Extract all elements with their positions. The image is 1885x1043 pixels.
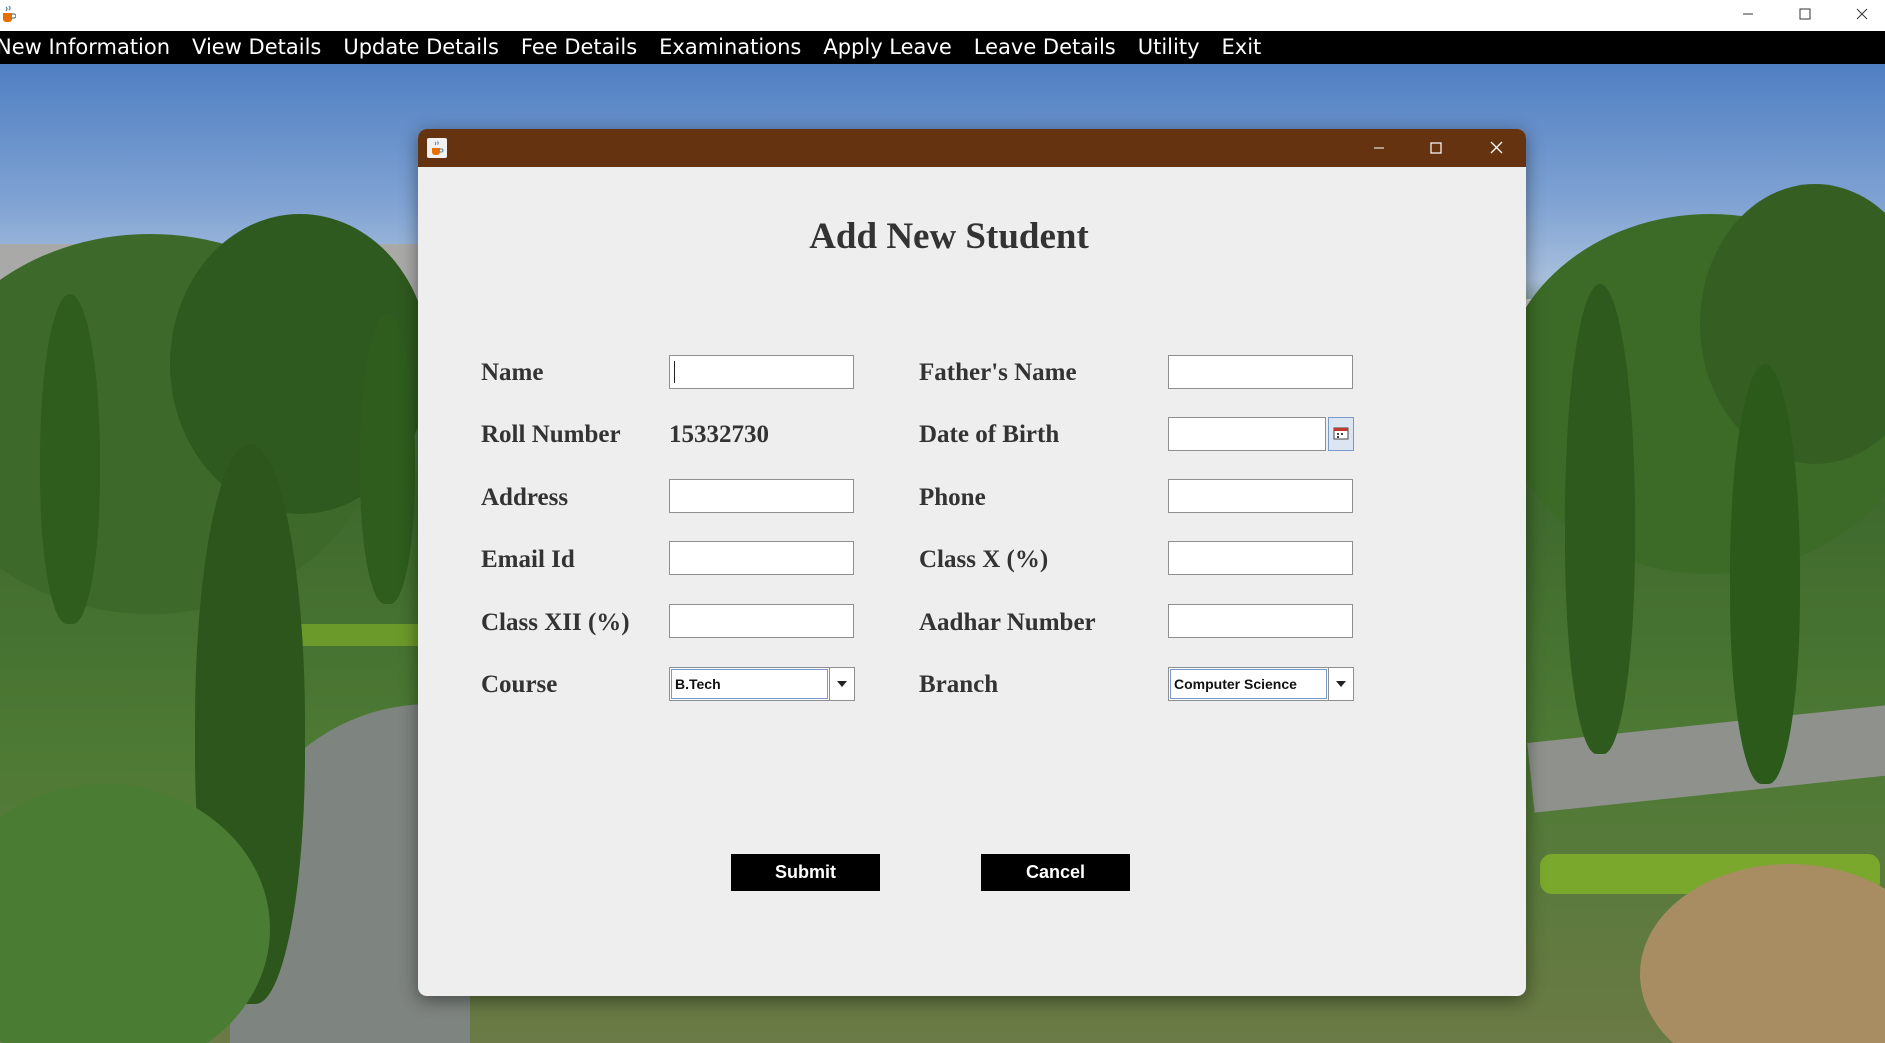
- menu-examinations[interactable]: Examinations: [648, 31, 812, 64]
- menu-view-details[interactable]: View Details: [181, 31, 332, 64]
- menu-leave-details[interactable]: Leave Details: [963, 31, 1127, 64]
- dob-label: Date of Birth: [919, 421, 1060, 448]
- fathers-name-label: Father's Name: [919, 359, 1077, 386]
- chevron-down-icon[interactable]: [1328, 668, 1353, 700]
- roll-number-value: 15332730: [669, 421, 769, 448]
- dialog-close-button[interactable]: [1471, 129, 1521, 167]
- text-cursor: [674, 361, 675, 383]
- minimize-icon: [1742, 5, 1754, 24]
- aadhar-input[interactable]: [1168, 604, 1353, 638]
- dialog-maximize-button[interactable]: [1411, 129, 1461, 167]
- dialog-titlebar[interactable]: [418, 129, 1526, 167]
- maximize-button[interactable]: [1782, 0, 1828, 28]
- fathers-name-input[interactable]: [1168, 355, 1353, 389]
- calendar-icon: [1333, 425, 1349, 444]
- close-icon: [1856, 5, 1868, 24]
- close-button[interactable]: [1839, 0, 1885, 28]
- class-x-input[interactable]: [1168, 541, 1353, 575]
- class-xii-input[interactable]: [669, 604, 854, 638]
- address-label: Address: [481, 484, 569, 511]
- minimize-icon: [1373, 139, 1385, 158]
- email-input[interactable]: [669, 541, 854, 575]
- roll-number-label: Roll Number: [481, 421, 621, 448]
- menu-bar: New Information View Details Update Deta…: [0, 31, 1885, 64]
- branch-label: Branch: [919, 671, 999, 698]
- java-cup-icon: [0, 5, 17, 23]
- class-x-label: Class X (%): [919, 546, 1049, 573]
- course-label: Course: [481, 671, 558, 698]
- menu-utility[interactable]: Utility: [1127, 31, 1211, 64]
- chevron-down-icon[interactable]: [829, 668, 854, 700]
- java-cup-icon: [427, 138, 447, 158]
- aadhar-label: Aadhar Number: [919, 609, 1096, 636]
- email-label: Email Id: [481, 546, 575, 573]
- dialog-minimize-button[interactable]: [1354, 129, 1404, 167]
- dob-input[interactable]: [1168, 417, 1326, 451]
- menu-update-details[interactable]: Update Details: [332, 31, 510, 64]
- add-student-dialog: Add New Student Name Roll Number 1533273…: [418, 129, 1526, 996]
- minimize-button[interactable]: [1725, 0, 1771, 28]
- name-label: Name: [481, 359, 544, 386]
- submit-button[interactable]: Submit: [731, 854, 880, 891]
- phone-input[interactable]: [1168, 479, 1353, 513]
- menu-apply-leave[interactable]: Apply Leave: [812, 31, 962, 64]
- maximize-icon: [1799, 5, 1811, 24]
- phone-label: Phone: [919, 484, 986, 511]
- maximize-icon: [1430, 139, 1442, 158]
- menu-new-information[interactable]: New Information: [0, 31, 181, 64]
- close-icon: [1490, 139, 1503, 158]
- calendar-button[interactable]: [1328, 417, 1354, 451]
- outer-window-titlebar: [0, 0, 1885, 31]
- branch-selected-value: Computer Science: [1170, 669, 1327, 699]
- class-xii-label: Class XII (%): [481, 609, 630, 636]
- course-dropdown[interactable]: B.Tech: [669, 667, 855, 701]
- course-selected-value: B.Tech: [671, 669, 828, 699]
- menu-fee-details[interactable]: Fee Details: [510, 31, 648, 64]
- menu-exit[interactable]: Exit: [1211, 31, 1273, 64]
- dialog-heading: Add New Student: [809, 216, 1089, 257]
- cancel-button[interactable]: Cancel: [981, 854, 1130, 891]
- name-input[interactable]: [669, 355, 854, 389]
- address-input[interactable]: [669, 479, 854, 513]
- branch-dropdown[interactable]: Computer Science: [1168, 667, 1354, 701]
